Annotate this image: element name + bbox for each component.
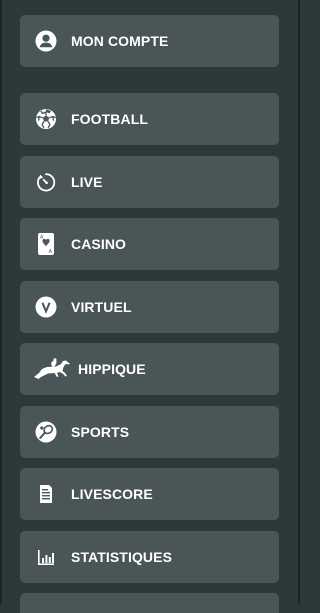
soccer-ball-icon xyxy=(34,107,58,131)
menu-item-label: LIVE xyxy=(71,173,103,190)
menu-item-label: HIPPIQUE xyxy=(78,361,146,377)
playing-card-icon: A A xyxy=(34,232,58,256)
menu-item-sports[interactable]: SPORTS xyxy=(20,405,279,458)
menu-item-label: VIRTUEL xyxy=(71,298,132,315)
menu-item-mon-compte[interactable]: MON COMPTE xyxy=(20,15,279,67)
horse-racing-icon xyxy=(32,357,72,381)
menu-item-label: CASINO xyxy=(71,236,127,252)
menu-item-label: SPORTS xyxy=(71,423,130,440)
menu-item-virtuel[interactable]: VIRTUEL xyxy=(20,280,279,333)
menu-item-football[interactable]: FOOTBALL xyxy=(20,93,279,145)
menu-item-hippique[interactable]: HIPPIQUE xyxy=(20,343,279,395)
user-circle-icon xyxy=(34,29,58,53)
menu-item-label: STATISTIQUES xyxy=(71,548,173,565)
v-circle-icon xyxy=(34,295,58,319)
menu-item-label: MON COMPTE xyxy=(71,33,169,49)
menu-item-statistiques[interactable]: STATISTIQUES xyxy=(20,530,279,583)
menu-item-label: FOOTBALL xyxy=(71,111,149,127)
sidebar-menu: MON COMPTE FOOTBALL LIVE A A CASINO VIRT… xyxy=(20,15,279,613)
menu-item-casino[interactable]: A A CASINO xyxy=(20,218,279,270)
bar-chart-icon xyxy=(34,545,58,569)
menu-item-partial[interactable] xyxy=(20,593,279,613)
stopwatch-icon xyxy=(34,170,58,194)
menu-item-label: LIVESCORE xyxy=(71,486,153,502)
menu-item-livescore[interactable]: LIVESCORE xyxy=(20,468,279,520)
document-icon xyxy=(34,482,58,506)
menu-item-live[interactable]: LIVE xyxy=(20,155,279,208)
tennis-ball-racket-icon xyxy=(34,420,58,444)
